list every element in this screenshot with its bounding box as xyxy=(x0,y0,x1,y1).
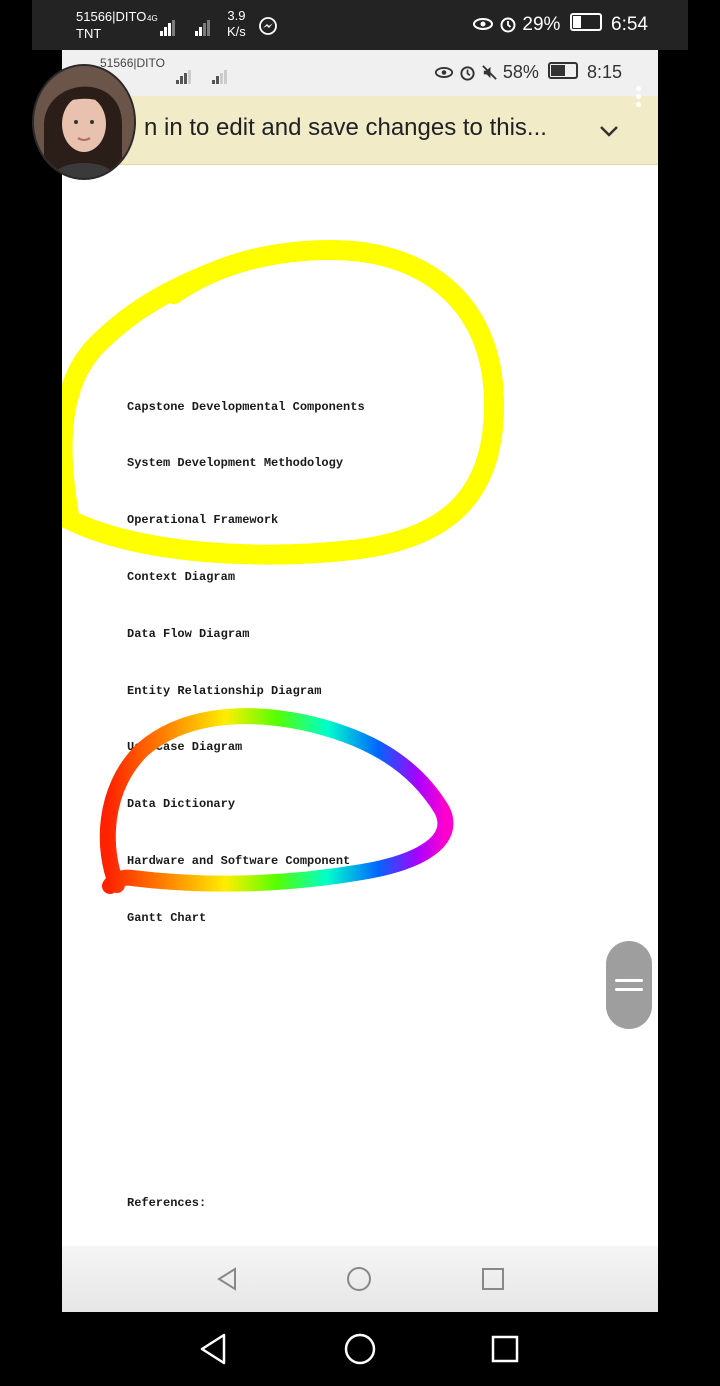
eye-icon xyxy=(472,18,493,30)
inner-battery-percent: 58% xyxy=(502,62,539,82)
status-bar: 51566|DITO TNT 4G 3.9 K/s 29% 6:54 xyxy=(32,0,688,50)
recents-icon[interactable] xyxy=(490,1334,520,1364)
doc-line: Hardware and Software Component xyxy=(127,854,351,868)
network-speed: 3.9 K/s xyxy=(227,8,246,39)
document-screen: 51566|DITO 58% 8:15 n in to edit and sav… xyxy=(62,50,658,1312)
overflow-menu-icon[interactable] xyxy=(636,86,642,114)
inner-nav-bar xyxy=(62,1246,658,1312)
doc-line: Context Diagram xyxy=(127,570,236,584)
banner-text: n in to edit and save changes to this... xyxy=(144,114,547,141)
recents-icon[interactable] xyxy=(480,1266,506,1292)
mute-icon xyxy=(482,65,497,80)
home-icon[interactable] xyxy=(346,1266,372,1292)
inner-carrier: 51566|DITO xyxy=(100,56,165,70)
inner-status-right: 58% 8:15 xyxy=(434,62,622,83)
system-nav-bar xyxy=(32,1312,688,1386)
messenger-icon xyxy=(259,17,277,35)
alarm-icon xyxy=(500,17,516,33)
scroll-handle[interactable] xyxy=(606,941,652,1029)
signal-icon xyxy=(176,66,192,84)
home-icon[interactable] xyxy=(343,1332,377,1366)
doc-line: Capstone Developmental Components xyxy=(127,400,365,414)
status-right: 29% 6:54 xyxy=(472,13,648,36)
left-border xyxy=(0,0,32,1386)
battery-percent: 29% xyxy=(522,14,561,35)
clock: 6:54 xyxy=(611,14,648,35)
inner-clock: 8:15 xyxy=(586,62,622,82)
alarm-icon xyxy=(460,66,475,81)
network-badge: 4G xyxy=(147,14,158,23)
doc-line: Use Case Diagram xyxy=(127,740,243,754)
carrier-info: 51566|DITO TNT xyxy=(76,9,147,41)
inner-status-bar: 51566|DITO 58% 8:15 xyxy=(62,50,658,96)
doc-line: Data Flow Diagram xyxy=(127,627,250,641)
battery-icon xyxy=(569,13,602,31)
right-border xyxy=(688,0,720,1386)
doc-line: Entity Relationship Diagram xyxy=(127,684,322,698)
doc-line: System Development Methodology xyxy=(127,456,344,470)
signal-icon xyxy=(195,18,211,36)
references-heading: References: xyxy=(127,1196,207,1210)
sign-in-banner[interactable]: n in to edit and save changes to this... xyxy=(62,96,658,165)
battery-icon xyxy=(547,62,578,79)
signal-icon xyxy=(160,18,176,36)
doc-line: Operational Framework xyxy=(127,513,279,527)
avatar-image xyxy=(34,66,134,178)
back-icon[interactable] xyxy=(198,1332,228,1366)
doc-line: Data Dictionary xyxy=(127,797,236,811)
doc-line: Gantt Chart xyxy=(127,911,207,925)
eye-icon xyxy=(434,67,453,78)
back-icon[interactable] xyxy=(214,1266,240,1292)
avatar xyxy=(32,64,136,180)
signal-icon xyxy=(212,66,228,84)
highlight-annotations xyxy=(62,239,505,894)
chevron-down-icon[interactable] xyxy=(596,118,622,144)
